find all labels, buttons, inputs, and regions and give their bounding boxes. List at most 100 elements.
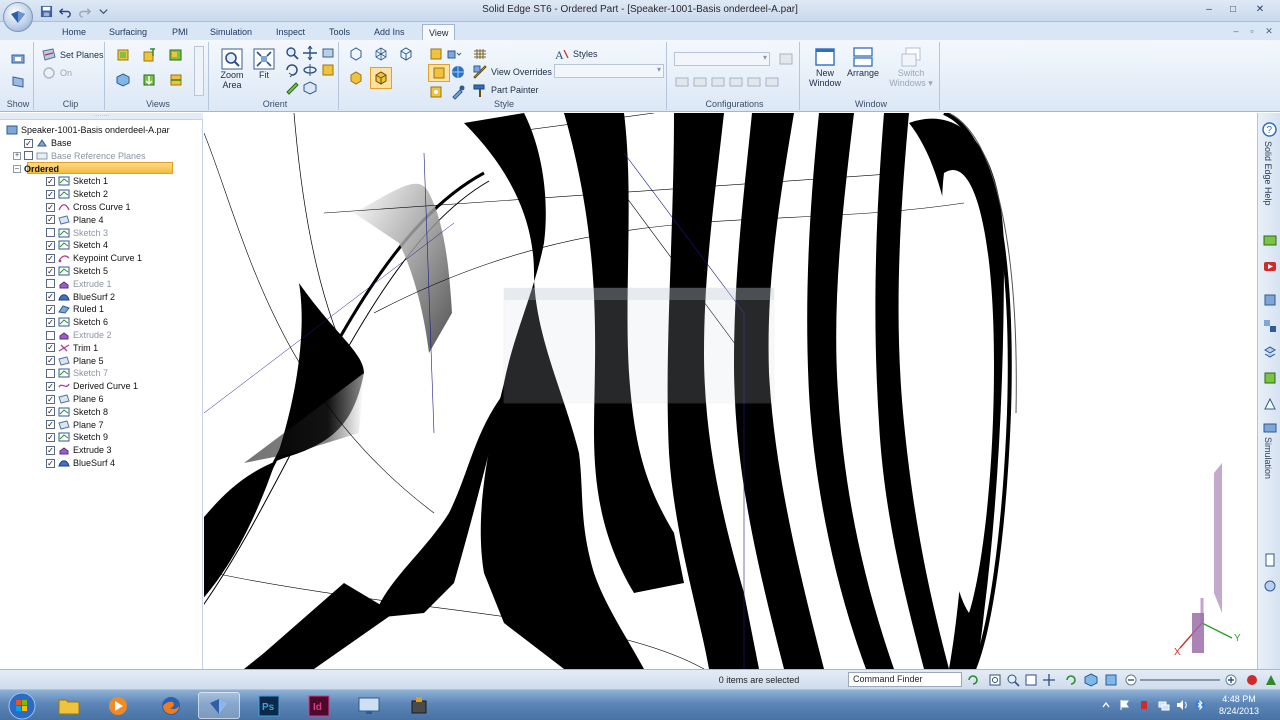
background-icon[interactable] [450,64,466,80]
tree-expander-icon[interactable]: + [13,151,21,160]
layers-icon-4[interactable] [728,74,744,90]
visible-edges-icon[interactable] [398,46,414,62]
tree-item[interactable]: + Base Reference Planes [13,150,146,162]
engineering-reference-button[interactable] [1261,395,1278,412]
wireframe-icon[interactable] [373,46,389,62]
tree-item-checkbox[interactable] [46,228,55,238]
close-button[interactable]: ✕ [1245,1,1275,17]
tree-item-checkbox[interactable]: ✓ [46,343,55,353]
zoom-slider-track[interactable] [1140,679,1220,681]
view-overrides-combo[interactable] [554,64,664,78]
tree-item[interactable]: ✓ Plane 5 [46,355,104,367]
tree-item[interactable]: ✓ Plane 4 [46,214,104,226]
sketch-view-icon[interactable] [284,80,300,96]
layers-icon-6[interactable] [764,74,780,90]
tree-item-checkbox[interactable]: ✓ [46,432,55,442]
tree-item[interactable]: ✓ Sketch 9 [46,431,108,443]
pan-icon[interactable] [302,45,318,61]
tree-item-checkbox[interactable] [24,151,33,161]
layers-icon-5[interactable] [746,74,762,90]
tab-simulation[interactable]: Simulation [204,24,258,40]
taskbar-indesign[interactable]: Id [298,692,340,719]
tree-item-checkbox[interactable]: ✓ [46,253,55,263]
tree-item[interactable]: ✓ Sketch 6 [46,316,108,328]
rail-extra-button-1[interactable] [1261,551,1278,568]
eye-dropper-icon[interactable] [450,84,466,100]
tree-item[interactable]: ✓ Derived Curve 1 [46,380,138,392]
view-top-icon[interactable] [141,47,157,63]
action-center-flag-icon[interactable] [1118,699,1130,711]
tree-item-checkbox[interactable]: ✓ [46,189,55,199]
previous-view-icon[interactable] [320,45,336,61]
taskbar-monitor[interactable] [348,692,390,719]
rotate-status-icon[interactable] [1064,673,1078,687]
view-right-icon[interactable] [168,47,184,63]
tree-item-checkbox[interactable]: ✓ [46,215,55,225]
configuration-save-icon[interactable] [778,51,794,67]
tree-item-checkbox[interactable]: ✓ [46,202,55,212]
tree-expander-icon[interactable]: – [13,164,21,173]
tree-item[interactable]: ✓ Plane 6 [46,393,104,405]
tree-item[interactable]: ✓ BlueSurf 2 [46,291,115,303]
volume-icon[interactable] [1176,699,1188,711]
taskbar-photoshop[interactable]: Ps [248,692,290,719]
tree-item[interactable]: Sketch 3 [46,227,108,239]
taskbar-firefox[interactable] [150,692,192,719]
common-views-icon[interactable] [302,80,318,96]
show-planes-icon[interactable] [10,74,26,90]
stop-icon[interactable] [1245,673,1259,687]
view-overrides-button[interactable]: View Overrides [472,64,552,80]
set-planes-button[interactable]: Set Planes [41,47,104,63]
tree-item[interactable]: ✓ Base [13,137,72,149]
shaded-icon[interactable] [348,70,364,86]
simulation-tab[interactable]: Simulation [1263,437,1273,479]
tree-item[interactable]: – Ordered [13,163,59,175]
tree-item-checkbox[interactable]: ✓ [46,304,55,314]
tree-item[interactable]: ✓ BlueSurf 4 [46,457,115,469]
show-hidden-icons-icon[interactable] [1100,699,1112,711]
tree-item-checkbox[interactable]: ✓ [46,240,55,250]
configurations-combo[interactable] [674,52,770,66]
tree-item[interactable]: ✓ Sketch 2 [46,188,108,200]
view-iso-icon[interactable] [115,72,131,88]
library-button[interactable] [1261,291,1278,308]
tab-tools[interactable]: Tools [323,24,356,40]
view-front-icon[interactable] [115,47,131,63]
redo-icon[interactable] [76,3,92,19]
simulation-button[interactable] [1261,419,1278,436]
tree-item[interactable]: ✓ Plane 7 [46,419,104,431]
shaded-wire-icon[interactable] [348,46,364,62]
view-style-status-icon[interactable] [1084,673,1098,687]
view-style-dropdown-icon[interactable] [446,46,462,62]
switch-windows-button[interactable]: Switch Windows ▾ [889,46,933,88]
tree-item-checkbox[interactable]: ✓ [46,407,55,417]
zoom-in-slider-icon[interactable] [1224,673,1238,687]
zoom-status-icon[interactable] [1006,673,1020,687]
help-button[interactable]: ? [1261,121,1278,138]
go-icon[interactable] [1264,673,1278,687]
tree-item[interactable]: ✓ Sketch 5 [46,265,108,277]
bluetooth-icon[interactable] [1194,699,1206,711]
tree-item-checkbox[interactable]: ✓ [46,176,55,186]
pathfinder-grip[interactable]: ········ [0,113,203,120]
tree-item-checkbox[interactable]: ✓ [46,420,55,430]
view-style-icon[interactable] [428,46,444,62]
minimize-ribbon-icon[interactable]: – [1230,25,1242,37]
tree-item-checkbox[interactable]: ✓ [46,381,55,391]
tree-item-checkbox[interactable]: ✓ [46,356,55,366]
tree-item[interactable]: ✓ Extrude 3 [46,444,112,456]
spin-about-icon[interactable] [302,62,318,78]
family-button[interactable] [1261,317,1278,334]
tree-item[interactable]: ✓ Sketch 1 [46,175,108,187]
taskbar-tool[interactable] [398,692,440,719]
tree-item[interactable]: ✓ Ruled 1 [46,303,104,315]
application-button[interactable] [3,2,33,32]
tab-view[interactable]: View [422,24,456,40]
qat-dropdown-icon[interactable] [95,3,111,19]
shaded-status-icon[interactable] [1104,673,1118,687]
grid-icon[interactable] [472,46,488,62]
youtube-button[interactable] [1261,257,1278,274]
tab-home[interactable]: Home [56,24,92,40]
fit-button[interactable]: Fit [250,48,278,80]
refresh-icon[interactable] [966,673,980,687]
